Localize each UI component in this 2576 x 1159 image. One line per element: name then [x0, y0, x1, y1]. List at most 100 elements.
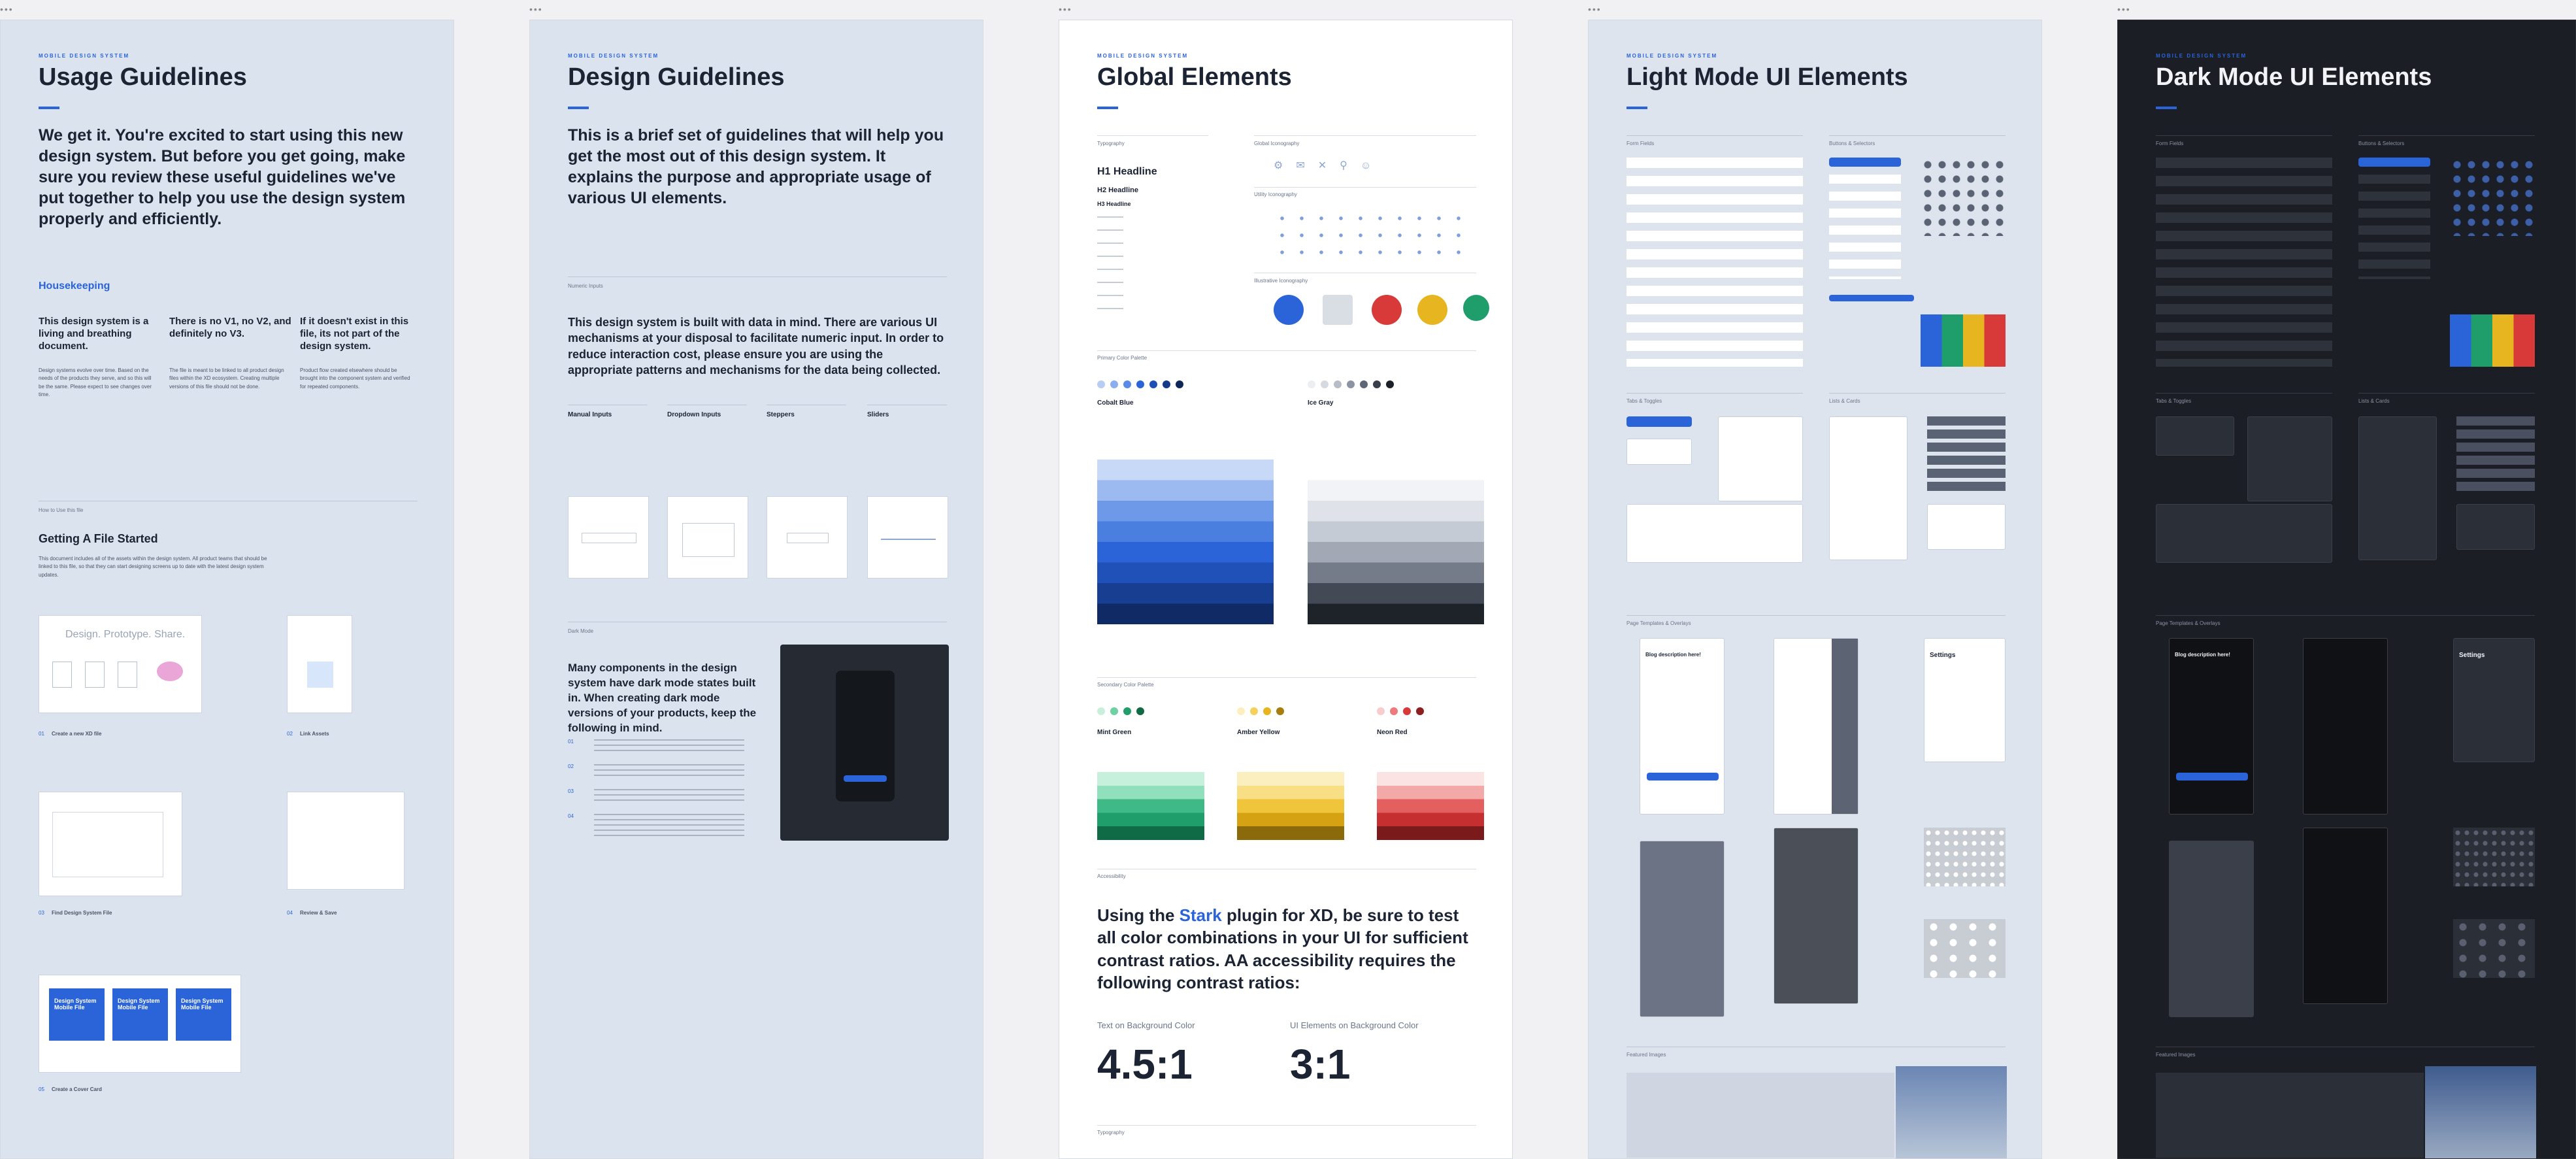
- featured-images-strip: [1627, 1073, 1894, 1158]
- section-label: Housekeeping: [39, 280, 110, 292]
- drawer-overlay: [1832, 639, 1858, 814]
- preview-icon: [52, 662, 72, 688]
- accessibility-text: Using the Stark plugin for XD, be sure t…: [1097, 905, 1468, 992]
- h2-sample: H2 Headline: [1097, 186, 1138, 194]
- artboard-handle[interactable]: •••: [2117, 4, 2131, 14]
- blog-title: Blog description here!: [2175, 652, 2230, 658]
- tab-bar-sample: [1627, 416, 1692, 427]
- artboard-light-mode-ui[interactable]: MOBILE DESIGN SYSTEM Light Mode UI Eleme…: [1588, 20, 2042, 1159]
- featured-images-strip: [2156, 1073, 2424, 1158]
- column-heading: If it doesn't exist in this file, its no…: [300, 316, 409, 352]
- section-label: Accessibility: [1097, 873, 1126, 879]
- divider: [1829, 135, 2006, 136]
- neon-red-swatch-stack: [1377, 772, 1484, 840]
- page-title: Dark Mode UI Elements: [2156, 63, 2432, 91]
- step-preview-image: [287, 792, 405, 890]
- mint-green-swatch-stack: [1097, 772, 1204, 840]
- drawer-template: [1774, 638, 1858, 815]
- list-number: 03: [568, 788, 574, 794]
- ratio-label: UI Elements on Background Color: [1290, 1020, 1419, 1030]
- status-badges: [2450, 314, 2535, 367]
- action-sheet-template: [2303, 828, 2388, 1004]
- ice-gray-swatch-stack: [1308, 460, 1484, 624]
- page-title: Light Mode UI Elements: [1627, 63, 1908, 91]
- divider: [1097, 350, 1476, 351]
- cobalt-blue-swatch-stack: [1097, 460, 1274, 624]
- section-label: Page Templates & Overlays: [1627, 620, 1691, 626]
- section-label: Featured Images: [2156, 1052, 2196, 1058]
- phone-button: [844, 775, 887, 782]
- toggle-list-sample: [2247, 416, 2332, 501]
- artboard-handle[interactable]: •••: [1059, 4, 1072, 14]
- section-label: Buttons & Selectors: [2358, 141, 2405, 146]
- title-underline: [1097, 107, 1118, 109]
- keyboard-template: [2453, 828, 2535, 886]
- input-type-heading: Steppers: [767, 411, 795, 418]
- section-label: Form Fields: [2156, 141, 2184, 146]
- blog-title: Blog description here!: [1645, 652, 1701, 658]
- card-list-sample: [1829, 416, 1907, 560]
- lead-text: This is a brief set of guidelines that w…: [568, 126, 944, 207]
- step-number: 02: [287, 731, 293, 737]
- section-text: This document includes all of the assets…: [39, 556, 267, 578]
- blog-page-template: Blog description here!: [1640, 638, 1725, 815]
- dark-mode-preview: [780, 645, 949, 841]
- section-label: Lists & Cards: [1829, 398, 1860, 404]
- section-label: Numeric Inputs: [568, 283, 603, 289]
- dropdown-list: [682, 523, 735, 557]
- blog-page-template: Blog description here!: [2169, 638, 2254, 815]
- dark-mode-text: Many components in the design system hav…: [568, 662, 757, 734]
- modal-template: [1640, 841, 1725, 1017]
- divider: [2358, 135, 2535, 136]
- dark-list-sample: [2456, 416, 2535, 495]
- artboard-dark-mode-ui[interactable]: MOBILE DESIGN SYSTEM Dark Mode UI Elemen…: [2117, 20, 2576, 1159]
- input-type-heading: Manual Inputs: [568, 411, 612, 418]
- step-number: 01: [39, 731, 44, 737]
- dark-list-sample: [1927, 416, 2006, 495]
- section-label: Buttons & Selectors: [1829, 141, 1875, 146]
- artboard-handle[interactable]: •••: [1588, 4, 1602, 14]
- section-label: Page Templates & Overlays: [2156, 620, 2221, 626]
- section-label: Tabs & Toggles: [1627, 398, 1662, 404]
- rocket-illustration-icon: [1274, 295, 1304, 325]
- input-type-heading: Dropdown Inputs: [667, 411, 721, 418]
- primary-button-sample: [1829, 158, 1901, 167]
- link-assets-icon: [307, 662, 333, 688]
- title-underline: [39, 107, 59, 109]
- error-illustration-icon: [1372, 295, 1402, 325]
- icegray-dots: [1308, 380, 1399, 392]
- page-title: Global Elements: [1097, 63, 1292, 91]
- h3-sample: H3 Headline: [1097, 201, 1131, 207]
- step-preview-image: Design. Prototype. Share.: [39, 615, 202, 713]
- divider: [1254, 135, 1476, 136]
- section-intro: This design system is built with data in…: [568, 316, 944, 377]
- color-name: Amber Yellow: [1237, 729, 1280, 736]
- mint-dots: [1097, 707, 1149, 718]
- utility-icons-grid: [1272, 210, 1468, 262]
- section-label: How to Use this file: [39, 507, 84, 513]
- status-badges: [1921, 314, 2006, 367]
- title-underline: [568, 107, 589, 109]
- list-number: 02: [568, 764, 574, 769]
- dropdown-input-example: [667, 496, 748, 579]
- eyebrow: MOBILE DESIGN SYSTEM: [568, 53, 659, 59]
- button-samples: [1829, 175, 1901, 279]
- section-label: Featured Images: [1627, 1052, 1666, 1058]
- artboard-design-guidelines[interactable]: MOBILE DESIGN SYSTEM Design Guidelines T…: [529, 20, 983, 1159]
- settings-title: Settings: [2459, 652, 2485, 659]
- artboard-usage-guidelines[interactable]: MOBILE DESIGN SYSTEM Usage Guidelines We…: [0, 20, 454, 1159]
- featured-image: [1896, 1066, 2007, 1158]
- tab-sample: [1627, 439, 1692, 465]
- artboard-handle[interactable]: •••: [0, 4, 14, 14]
- section-label: Dark Mode: [568, 628, 594, 634]
- list-text: [594, 814, 744, 836]
- warning-illustration-icon: [1417, 295, 1447, 325]
- preview-icon: [85, 662, 105, 688]
- color-name: Cobalt Blue: [1097, 399, 1134, 407]
- artboard-handle[interactable]: •••: [529, 4, 543, 14]
- step-number: 05: [39, 1086, 44, 1092]
- step-label: Link Assets: [300, 731, 329, 737]
- divider: [1097, 135, 1208, 136]
- artboard-global-elements[interactable]: MOBILE DESIGN SYSTEM Global Elements Typ…: [1059, 20, 1513, 1159]
- stark-link[interactable]: Stark: [1180, 905, 1222, 925]
